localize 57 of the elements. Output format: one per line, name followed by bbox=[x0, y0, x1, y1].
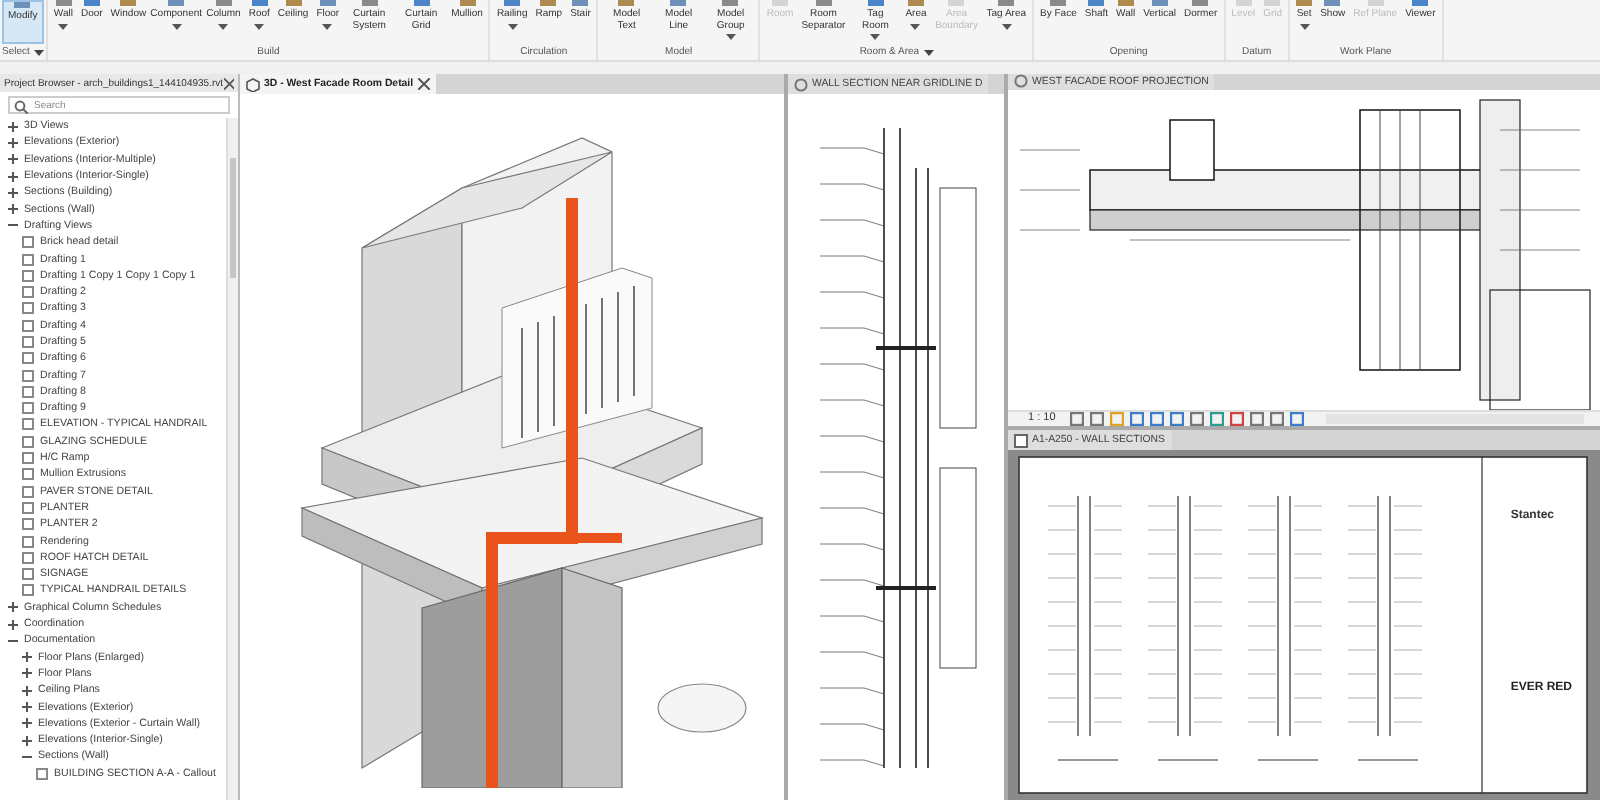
dropdown-caret-icon bbox=[923, 49, 934, 55]
dropdown-caret-icon bbox=[1299, 23, 1310, 29]
dropdown-caret-icon bbox=[171, 23, 182, 29]
tool-icon bbox=[907, 0, 924, 6]
sheet-icon bbox=[1014, 433, 1028, 447]
tool-icon bbox=[1412, 0, 1429, 6]
dropdown-caret-icon bbox=[33, 49, 44, 55]
dropdown-caret-icon bbox=[910, 23, 921, 29]
tool-icon bbox=[722, 0, 739, 6]
dropdown-caret-icon bbox=[870, 34, 881, 40]
scrollbar[interactable] bbox=[226, 118, 238, 800]
section-icon bbox=[794, 77, 808, 91]
expand-icon[interactable] bbox=[22, 685, 32, 696]
close-icon[interactable] bbox=[417, 78, 430, 90]
tool-icon bbox=[14, 2, 31, 8]
expand-icon[interactable] bbox=[8, 602, 18, 613]
tool-icon bbox=[168, 0, 185, 6]
tool-icon bbox=[504, 0, 521, 6]
view-icon bbox=[36, 767, 48, 780]
tool-icon bbox=[998, 0, 1015, 6]
tool-icon bbox=[815, 0, 832, 6]
dropdown-caret-icon bbox=[322, 23, 333, 29]
dropdown-caret-icon bbox=[507, 23, 518, 29]
tool-icon bbox=[413, 0, 430, 6]
tool-icon bbox=[1192, 0, 1209, 6]
collapse-icon[interactable] bbox=[8, 635, 18, 646]
expand-icon[interactable] bbox=[22, 652, 32, 663]
dropdown-caret-icon bbox=[254, 23, 265, 29]
collapse-icon[interactable] bbox=[22, 751, 32, 762]
tool-icon bbox=[618, 0, 635, 6]
collapse-icon[interactable] bbox=[8, 220, 18, 231]
tool-icon bbox=[361, 0, 378, 6]
expand-icon[interactable] bbox=[8, 204, 18, 215]
close-icon[interactable] bbox=[223, 77, 234, 89]
tool-icon bbox=[459, 0, 476, 6]
expand-icon[interactable] bbox=[8, 187, 18, 198]
expand-icon[interactable] bbox=[8, 121, 18, 132]
expand-icon[interactable] bbox=[22, 668, 32, 679]
scrollbar[interactable] bbox=[1325, 413, 1584, 424]
tool-icon bbox=[120, 0, 137, 6]
dropdown-caret-icon bbox=[1001, 23, 1012, 29]
dropdown-caret-icon bbox=[218, 23, 229, 29]
expand-icon[interactable] bbox=[8, 619, 18, 630]
cube-icon bbox=[246, 77, 260, 91]
dropdown-caret-icon bbox=[725, 34, 736, 40]
section-icon bbox=[1014, 74, 1028, 89]
tool-icon bbox=[1050, 0, 1067, 6]
expand-icon[interactable] bbox=[8, 171, 18, 182]
tool-icon bbox=[215, 0, 232, 6]
expand-icon[interactable] bbox=[22, 702, 32, 713]
expand-icon[interactable] bbox=[22, 718, 32, 729]
expand-icon[interactable] bbox=[8, 137, 18, 148]
tool-icon bbox=[867, 0, 884, 6]
dropdown-caret-icon bbox=[58, 23, 69, 29]
expand-icon[interactable] bbox=[8, 154, 18, 165]
expand-icon[interactable] bbox=[22, 735, 32, 746]
tool-icon bbox=[670, 0, 687, 6]
